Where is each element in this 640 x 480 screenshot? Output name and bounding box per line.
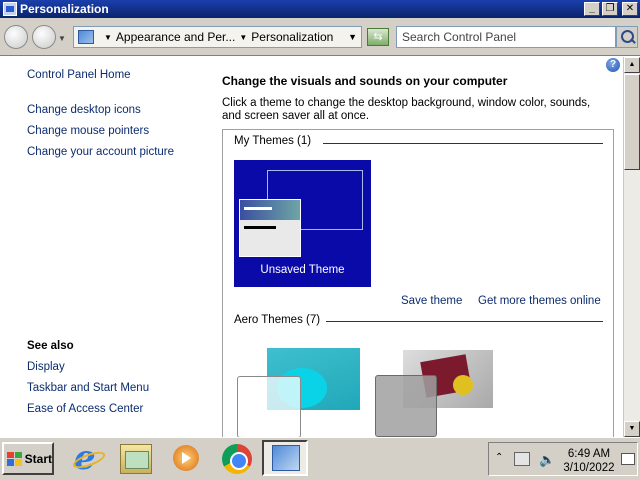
aero-themes-header: Aero Themes (7) [234, 314, 321, 326]
clock-date: 3/10/2022 [563, 462, 615, 474]
breadcrumb-personalization[interactable]: Personalization [251, 30, 333, 44]
media-player-icon[interactable] [170, 444, 202, 474]
internet-explorer-icon[interactable] [72, 438, 104, 478]
sidebar-link-account-picture[interactable]: Change your account picture [27, 146, 174, 158]
network-icon[interactable] [514, 452, 530, 466]
restore-button[interactable]: ❐ [602, 2, 618, 16]
see-also-taskbar[interactable]: Taskbar and Start Menu [27, 382, 149, 394]
show-hidden-icons[interactable]: ⌃ [495, 452, 503, 463]
section-divider [323, 143, 603, 144]
forward-button[interactable] [32, 25, 56, 49]
get-more-themes-link[interactable]: Get more themes online [478, 295, 601, 307]
theme-preview-window [239, 199, 301, 257]
scroll-down-button[interactable]: ▼ [624, 421, 640, 437]
taskbar: Start ⌃ 🔈 6:49 AM 3/10/2022 [0, 437, 640, 480]
content-area: Control Panel Home Change desktop icons … [0, 57, 623, 437]
recent-pages-dropdown[interactable]: ▼ [58, 34, 66, 43]
clock[interactable]: 6:49 AM 3/10/2022 [561, 447, 617, 475]
theme-aero-1[interactable] [237, 348, 363, 437]
help-icon[interactable]: ? [606, 58, 620, 72]
theme-preview-window [237, 376, 301, 437]
system-tray: ⌃ 🔈 6:49 AM 3/10/2022 [488, 442, 638, 476]
back-button[interactable] [4, 25, 28, 49]
theme-preview-window [375, 375, 437, 437]
control-panel-icon [78, 30, 94, 44]
see-also-ease-of-access[interactable]: Ease of Access Center [27, 403, 143, 415]
chrome-icon[interactable] [221, 444, 253, 474]
breadcrumb-separator-icon[interactable]: ▼ [239, 33, 247, 42]
title-bar: Personalization _ ❐ ✕ [0, 0, 640, 18]
navigation-bar: ▼ ▼ Appearance and Per... ▼ Personalizat… [0, 18, 640, 56]
sidebar-link-control-panel-home[interactable]: Control Panel Home [27, 69, 131, 81]
search-icon[interactable] [616, 26, 638, 48]
see-also-heading: See also [27, 340, 74, 352]
my-themes-header: My Themes (1) [234, 135, 312, 147]
theme-label: Unsaved Theme [260, 264, 345, 276]
volume-icon[interactable]: 🔈 [539, 452, 555, 468]
address-dropdown-icon[interactable]: ▼ [348, 32, 357, 42]
file-explorer-icon[interactable] [120, 444, 152, 474]
window-title: Personalization [20, 2, 109, 16]
start-label: Start [24, 451, 52, 466]
action-center-icon[interactable] [621, 453, 635, 465]
section-divider [326, 321, 603, 322]
theme-list: My Themes (1) Unsaved Theme Save theme G… [222, 129, 614, 437]
page-description: Click a theme to change the desktop back… [222, 97, 591, 122]
sidebar-link-desktop-icons[interactable]: Change desktop icons [27, 104, 141, 116]
search-input[interactable]: Search Control Panel [396, 26, 616, 48]
breadcrumb-separator-icon[interactable]: ▼ [104, 33, 112, 42]
sidebar-link-mouse-pointers[interactable]: Change mouse pointers [27, 125, 149, 137]
close-button[interactable]: ✕ [622, 2, 638, 16]
clock-time: 6:49 AM [567, 448, 611, 460]
theme-aero-2[interactable] [373, 330, 503, 437]
breadcrumb-appearance[interactable]: Appearance and Per... [116, 30, 235, 44]
control-panel-icon [3, 2, 17, 16]
scroll-up-button[interactable]: ▲ [624, 57, 640, 73]
scroll-thumb[interactable] [624, 74, 640, 170]
control-panel-taskbar-icon[interactable] [262, 440, 308, 476]
see-also-display[interactable]: Display [27, 361, 65, 373]
address-bar[interactable]: ▼ Appearance and Per... ▼ Personalizatio… [73, 26, 362, 48]
refresh-button[interactable]: ⇆ [367, 28, 389, 46]
save-theme-link[interactable]: Save theme [401, 295, 462, 307]
page-title: Change the visuals and sounds on your co… [222, 74, 508, 88]
theme-unsaved[interactable]: Unsaved Theme [234, 160, 371, 287]
vertical-scrollbar[interactable]: ▲ ▼ [623, 57, 640, 437]
windows-logo-icon [7, 451, 22, 466]
start-button[interactable]: Start [2, 442, 54, 475]
minimize-button[interactable]: _ [584, 2, 600, 16]
